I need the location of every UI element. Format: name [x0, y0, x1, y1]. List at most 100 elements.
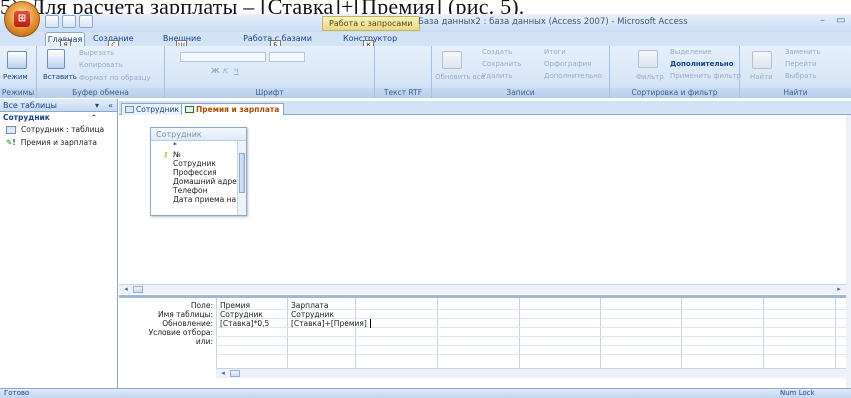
nav-header-label: Все таблицы	[3, 101, 57, 110]
redo-icon[interactable]	[79, 15, 93, 28]
field-item[interactable]: Сотрудник	[151, 159, 237, 168]
nav-dropdown-icon[interactable]: ▾	[95, 99, 99, 112]
caption-text: 5). Для расчета зарплаты – [Ставка]+[Пре…	[0, 0, 525, 14]
status-text: Готово	[4, 389, 30, 397]
grid-cell-update[interactable]: [Ставка]+[Премия]	[288, 319, 367, 328]
spelling-button[interactable]: Орфография	[544, 60, 591, 68]
new-record-button[interactable]: Создать	[482, 48, 512, 56]
num-lock-indicator: Num Lock	[780, 389, 815, 397]
group-records: Обновить все Создать Сохранить Удалить И…	[432, 46, 610, 98]
grid-cell-update[interactable]: [Ставка]*0,5	[217, 319, 269, 328]
field-list-title: Сотрудник	[151, 128, 246, 141]
field-item-label: №	[173, 150, 181, 159]
scroll-right-icon[interactable]: ▸	[834, 285, 844, 294]
font-name-combo[interactable]	[180, 52, 266, 62]
grid-cell-table[interactable]: Сотрудник	[217, 310, 263, 319]
bold-button[interactable]: Ж	[211, 67, 220, 75]
more-button[interactable]: Дополнительно	[544, 72, 602, 80]
undo-icon[interactable]	[62, 15, 76, 28]
row-label-or: или:	[195, 337, 213, 346]
grid-hscrollbar[interactable]: ◂	[216, 368, 846, 378]
doc-tab-employee[interactable]: Сотрудник	[121, 103, 184, 115]
nav-item-label: Премия и зарплата	[20, 138, 98, 147]
group-label-views: Режимы	[0, 88, 36, 98]
nav-item-bonus-salary-query[interactable]: ✎! Премия и зарплата	[0, 136, 117, 149]
doc-tab-label: Премия и зарплата	[196, 105, 280, 114]
window-title: База данных2 : база данных (Access 2007)…	[418, 17, 688, 27]
field-item[interactable]: Дата приема на	[151, 195, 237, 204]
italic-button[interactable]: К	[223, 67, 228, 75]
group-label-clipboard: Буфер обмена	[37, 88, 164, 98]
refresh-all-button[interactable]: Обновить все	[435, 73, 485, 81]
advanced-filter-button[interactable]: Дополнительно	[670, 60, 734, 68]
field-item[interactable]: Профессия	[151, 168, 237, 177]
nav-header[interactable]: Все таблицы ▾ «	[0, 99, 117, 112]
format-painter-button[interactable]: Формат по образцу	[79, 74, 151, 82]
scroll-thumb[interactable]	[230, 370, 240, 377]
office-button[interactable]: ⊞	[4, 1, 40, 37]
row-label-criteria: Условие отбора:	[148, 328, 213, 337]
navigation-pane: Все таблицы ▾ « Сотрудник ⌃ Сотрудник : …	[0, 99, 118, 388]
field-item[interactable]: *	[151, 141, 237, 150]
group-clipboard: Вставить Вырезать Копировать Формат по о…	[37, 46, 165, 98]
find-button[interactable]: Найти	[750, 73, 773, 81]
grid-row-line	[216, 354, 846, 355]
apply-filter-button[interactable]: Применить фильтр	[670, 72, 741, 80]
main-vscrollbar[interactable]	[846, 115, 851, 388]
group-rtf: Текст RTF	[375, 46, 432, 98]
grid-cell-field[interactable]: Премия	[217, 301, 250, 310]
query-design-grid: Поле: Имя таблицы: Обновление: Условие о…	[119, 298, 846, 378]
table-area-hscrollbar[interactable]: ◂ ▸	[119, 284, 846, 294]
datasheet-view-icon	[7, 51, 27, 69]
save-icon[interactable]	[45, 15, 59, 28]
group-sort-filter: Фильтр Выделение Дополнительно Применить…	[610, 46, 741, 98]
nav-item-employee-table[interactable]: Сотрудник : таблица	[0, 123, 117, 136]
field-item-key[interactable]: ⚷ №	[151, 150, 237, 159]
copy-button[interactable]: Копировать	[79, 61, 123, 69]
group-find: Найти Заменить Перейти Выбрать Найти	[740, 46, 851, 98]
field-item[interactable]: Домашний адре	[151, 177, 237, 186]
scroll-thumb[interactable]	[133, 286, 143, 293]
field-list-employee[interactable]: Сотрудник * ⚷ № Сотрудник Профессия Дома…	[150, 127, 247, 216]
restore-button[interactable]: ▭	[836, 15, 845, 26]
grid-cell-field[interactable]: Зарплата	[288, 301, 328, 310]
row-label-field: Поле:	[190, 301, 213, 310]
view-button[interactable]: Режим	[3, 73, 28, 81]
scroll-left-icon[interactable]: ◂	[121, 285, 131, 294]
scroll-thumb[interactable]	[239, 153, 245, 193]
text-cursor	[370, 319, 371, 328]
table-icon	[125, 106, 134, 113]
document-caption: 5). Для расчета зарплаты – [Ставка]+[Пре…	[0, 0, 851, 14]
goto-button[interactable]: Перейти	[785, 60, 817, 68]
scroll-left-icon[interactable]: ◂	[218, 369, 228, 378]
minimize-button[interactable]: –	[820, 15, 825, 26]
group-label-font: Шрифт	[165, 88, 374, 98]
save-record-button[interactable]: Сохранить	[482, 60, 521, 68]
context-tab-query-tools: Работа с запросами	[322, 16, 420, 31]
table-icon	[6, 125, 16, 134]
select-button[interactable]: Выбрать	[785, 72, 817, 80]
field-list-scrollbar[interactable]	[237, 141, 246, 215]
filter-button[interactable]: Фильтр	[636, 73, 664, 81]
selection-button[interactable]: Выделение	[670, 48, 712, 56]
nav-group-employee[interactable]: Сотрудник ⌃	[0, 112, 117, 123]
group-views: Режим Режимы	[0, 46, 37, 98]
paste-button[interactable]: Вставить	[43, 73, 77, 81]
totals-button[interactable]: Итоги	[544, 48, 566, 56]
font-size-combo[interactable]	[269, 52, 305, 62]
doc-tab-bonus-salary[interactable]: Премия и зарплата	[181, 103, 285, 115]
nav-group-collapse-icon[interactable]: ⌃	[91, 112, 97, 123]
grid-cell-table[interactable]: Сотрудник	[288, 310, 334, 319]
underline-button[interactable]: Ч	[234, 67, 239, 75]
group-label-records: Записи	[432, 88, 609, 98]
binoculars-icon	[752, 51, 772, 69]
nav-collapse-icon[interactable]: «	[108, 99, 113, 112]
row-label-update: Обновление:	[162, 319, 213, 328]
delete-record-button[interactable]: Удалить	[482, 72, 513, 80]
access-window: ⊞ Работа с запросами База данных2 : база…	[0, 0, 851, 398]
update-query-icon: ✎!	[6, 138, 16, 147]
field-item[interactable]: Телефон	[151, 186, 237, 195]
cut-button[interactable]: Вырезать	[79, 49, 114, 57]
replace-button[interactable]: Заменить	[785, 48, 821, 56]
status-bar: Готово Num Lock	[0, 388, 851, 398]
